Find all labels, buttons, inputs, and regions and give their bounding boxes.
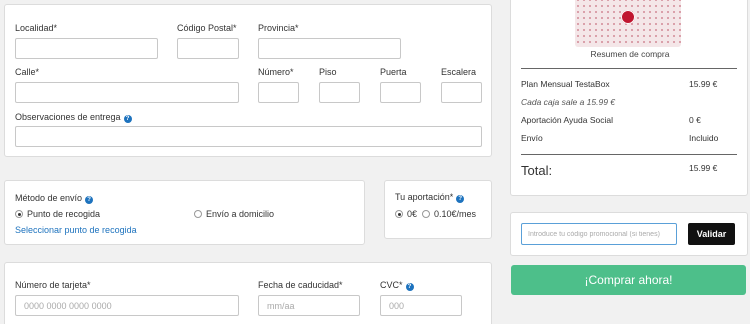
summary-row-per-box: Cada caja sale a 15.99 € [521, 97, 737, 107]
address-card: Localidad* Código Postal* Provincia* Cal… [4, 4, 492, 157]
summary-card: Resumen de compra Plan Mensual TestaBox … [510, 0, 748, 196]
postal-code-input[interactable] [177, 38, 239, 59]
total-value: 15.99 € [689, 163, 718, 173]
shipping-title-text: Método de envío [15, 193, 83, 203]
summary-row-social: Aportación Ayuda Social 0 € [521, 115, 737, 125]
calle-label: Calle* [15, 67, 40, 77]
cvc-label: CVC*? [380, 280, 414, 291]
escalera-input[interactable] [441, 82, 482, 103]
piso-input[interactable] [319, 82, 360, 103]
total-label: Total: [521, 163, 553, 178]
radio-unselected-icon [422, 210, 430, 218]
contribution-title-text: Tu aportación* [395, 192, 454, 202]
summary-row-label: Envío [521, 133, 543, 143]
shipping-card: Método de envío? Punto de recogida Envío… [4, 180, 365, 245]
summary-caption: Resumen de compra [590, 49, 670, 59]
observaciones-input[interactable] [15, 126, 482, 147]
help-icon[interactable]: ? [123, 115, 132, 123]
radio-month-label: 0.10€/mes [434, 209, 477, 219]
contribution-card: Tu aportación*? 0€ 0.10€/mes [384, 180, 492, 239]
help-icon[interactable]: ? [85, 196, 94, 204]
radio-home-delivery[interactable]: Envío a domicilio [194, 209, 274, 219]
provincia-label: Provincia* [258, 23, 299, 33]
radio-pickup-label: Punto de recogida [27, 209, 101, 219]
expiry-label: Fecha de caducidad* [258, 280, 343, 290]
help-icon[interactable]: ? [405, 283, 414, 291]
shipping-title: Método de envío? [15, 193, 94, 204]
cvc-input[interactable] [380, 295, 462, 316]
summary-row-value: Incluido [689, 133, 719, 143]
cvc-label-text: CVC* [380, 280, 403, 290]
summary-row-plan: Plan Mensual TestaBox 15.99 € [521, 79, 737, 89]
radio-selected-icon [395, 210, 403, 218]
numero-label: Número* [258, 67, 294, 77]
divider [521, 68, 737, 69]
escalera-label: Escalera [441, 67, 477, 77]
numero-input[interactable] [258, 82, 299, 103]
radio-pickup-point[interactable]: Punto de recogida [15, 209, 100, 219]
summary-row-label: Aportación Ayuda Social [521, 115, 613, 125]
select-pickup-point-link[interactable]: Seleccionar punto de recogida [15, 225, 137, 235]
summary-row-shipping: Envío Incluido [521, 133, 737, 143]
card-number-label: Número de tarjeta* [15, 280, 91, 290]
localidad-label: Localidad* [15, 23, 58, 33]
localidad-input[interactable] [15, 38, 158, 59]
provincia-input[interactable] [258, 38, 401, 59]
piso-label: Piso [319, 67, 337, 77]
observaciones-label: Observaciones de entrega? [15, 112, 132, 123]
product-box-image [575, 0, 681, 47]
summary-row-value: 15.99 € [689, 79, 718, 89]
expiry-input[interactable] [258, 295, 360, 316]
calle-input[interactable] [15, 82, 239, 103]
radio-selected-icon [15, 210, 23, 218]
buy-now-button[interactable]: ¡Comprar ahora! [511, 265, 746, 295]
promo-card: Validar [510, 212, 748, 256]
summary-row-label: Plan Mensual TestaBox [521, 79, 610, 89]
radio-contribution-month[interactable]: 0.10€/mes [422, 209, 476, 219]
card-number-input[interactable] [15, 295, 239, 316]
radio-zero-label: 0€ [407, 209, 418, 219]
radio-home-label: Envío a domicilio [206, 209, 275, 219]
radio-contribution-zero[interactable]: 0€ [395, 209, 417, 219]
promo-code-input[interactable] [521, 223, 677, 245]
summary-total: Total: 15.99 € [521, 163, 737, 178]
radio-unselected-icon [194, 210, 202, 218]
summary-row-value [689, 97, 737, 107]
summary-row-value: 0 € [689, 115, 701, 125]
puerta-label: Puerta [380, 67, 407, 77]
puerta-input[interactable] [380, 82, 421, 103]
validate-button[interactable]: Validar [688, 223, 735, 245]
help-icon[interactable]: ? [456, 195, 465, 203]
summary-row-label: Cada caja sale a 15.99 € [521, 97, 616, 107]
payment-card: Número de tarjeta* Fecha de caducidad* C… [4, 262, 492, 324]
divider [521, 154, 737, 155]
contribution-title: Tu aportación*? [395, 192, 465, 203]
brand-logo-icon [621, 10, 635, 24]
postal-code-label: Código Postal* [177, 23, 237, 33]
observaciones-label-text: Observaciones de entrega [15, 112, 121, 122]
